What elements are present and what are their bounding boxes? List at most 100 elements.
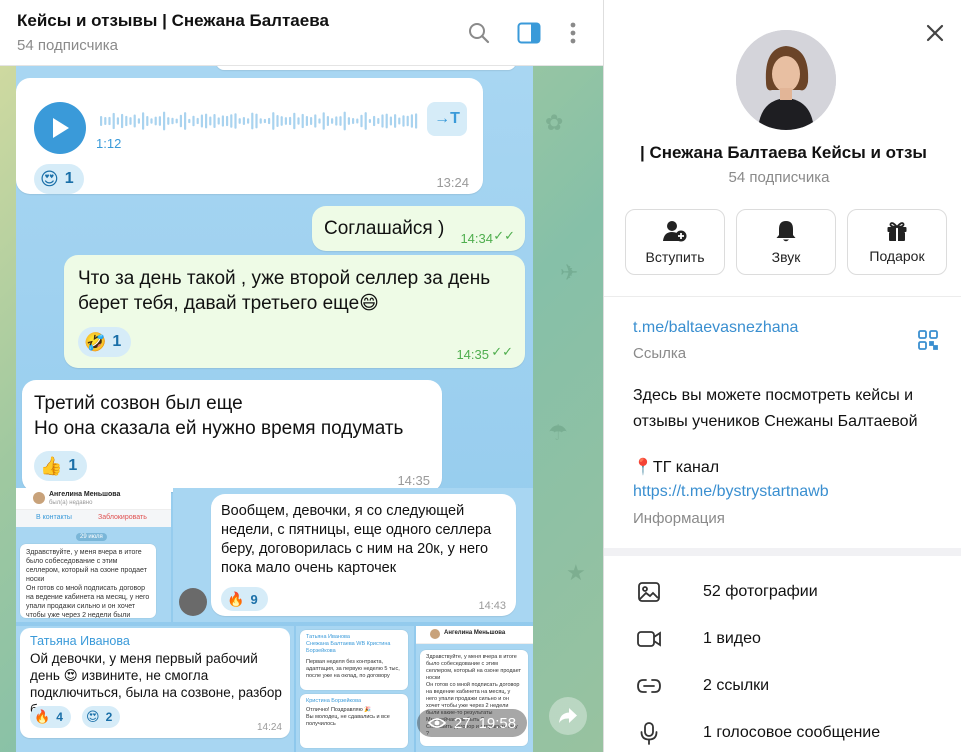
reaction-count: 1 [68,457,78,474]
media-row-photos[interactable]: 52 фотографии [604,568,961,615]
message-bubble-incoming[interactable]: Третий созвон был еще Но она сказала ей … [22,380,442,492]
waveform-bar [200,114,203,128]
transcribe-button[interactable]: →T [427,102,467,136]
reaction-count: 4 [56,710,63,724]
waveform-bar [188,118,191,124]
gift-label: Подарок [869,248,925,264]
reaction-count: 2 [105,710,113,724]
waveform-bar [125,115,128,127]
waveform-bar [284,117,287,125]
album-photo[interactable]: Татьяна Иванова Снежана Балтаева WB Крис… [296,626,414,752]
media-row-voice[interactable]: 1 голосовое сообщение [604,709,961,752]
video-icon [636,626,662,652]
message-bubble-partial [216,66,516,70]
waveform-bar [268,117,271,125]
qr-code-button[interactable] [917,329,941,353]
waveform-bar [163,111,166,131]
waveform-bar [377,117,380,125]
waveform-bar [389,116,392,126]
waveform-bar [129,117,132,125]
waveform-bar [410,114,413,128]
waveform-bar [230,114,233,128]
mini-message: Татьяна Иванова Снежана Балтаева WB Крис… [300,630,408,690]
channel-info-panel: | Снежана Балтаева Кейсы и отзы 54 подпи… [603,0,961,752]
channel-name: | Снежана Балтаева Кейсы и отзы [640,143,927,162]
toggle-sidebar-button[interactable] [516,20,542,46]
voice-duration: 1:12 [96,136,122,151]
waveform-bar [280,116,283,126]
chat-area: ✿ ✈ ☂ ★ Кейсы и отзывы | Снежана Балтаев… [0,0,603,752]
waveform-bar [297,117,300,125]
sidebar-icon [517,22,541,44]
waveform-bar [255,113,258,129]
waveform-bar [415,113,418,129]
gift-button[interactable]: Подарок [847,209,947,275]
waveform-bar [314,114,317,128]
media-label: 1 видео [703,629,761,647]
read-check-icon: ✓✓ [491,344,513,359]
background-doodle: ✈ [560,260,579,285]
more-vertical-icon [570,22,576,44]
reaction-emoji: 🤣 [84,331,107,352]
join-label: Вступить [645,249,705,265]
mini-text: Первая неделя без контракта, адаптация, … [306,659,400,679]
chat-subscriber-count: 54 подписчика [17,37,119,54]
reaction-chip[interactable]: 🤣 1 [78,327,132,357]
message-bubble-outgoing[interactable]: Соглашайся ) 14:34 ✓✓ [312,206,525,251]
sound-button[interactable]: Звук [736,209,836,275]
post-time: 19:58 [478,714,517,732]
waveform-bar [343,111,346,131]
waveform-bar [305,116,308,126]
message-time: 14:35 [397,473,430,488]
voice-waveform[interactable] [100,108,420,134]
tg-channel-link[interactable]: https://t.me/bystrystartnawb [633,483,829,501]
more-button[interactable] [560,20,586,46]
voice-play-button[interactable] [34,102,86,154]
background-doodle: ☂ [548,420,568,445]
view-count: 27 [453,714,471,732]
share-arrow-icon [559,708,577,723]
waveform-bar [360,114,363,128]
album-photo[interactable]: Ангелина Меньшова был(а) недавно В конта… [16,488,171,622]
avatar [430,629,440,639]
waveform-bar [247,118,250,124]
media-row-links[interactable]: 2 ссылки [604,662,961,709]
waveform-bar [406,115,409,127]
close-button[interactable] [922,20,948,46]
channel-avatar[interactable] [736,30,836,130]
search-icon [469,23,490,44]
reaction-emoji: 🔥 [34,709,51,724]
waveform-bar [116,117,119,125]
chat-title[interactable]: Кейсы и отзывы | Снежана Балтаева [17,11,329,31]
join-button[interactable]: Вступить [625,209,725,275]
forward-button[interactable] [549,697,587,735]
channel-description: Здесь вы можете посмотреть кейсы и отзыв… [633,387,918,430]
mini-header: Ангелина Меньшова был(а) недавно [16,488,171,510]
avatar [33,492,45,504]
message-bubble-outgoing[interactable]: Что за день такой , уже второй селлер за… [64,255,525,368]
message-author: Татьяна Иванова [30,634,130,648]
media-row-videos[interactable]: 1 видео [604,615,961,662]
waveform-bar [335,116,338,126]
channel-link[interactable]: t.me/baltaevasnezhana [633,319,798,337]
play-icon [53,118,69,138]
voice-message[interactable]: 1:12 →T 😍 1 13:24 [16,78,483,194]
waveform-bar [167,117,170,125]
waveform-bar [352,117,355,125]
album-photo[interactable]: Вообщем, девочки, я со следующей недели,… [173,488,533,622]
waveform-bar [259,118,262,124]
search-button[interactable] [466,20,492,46]
waveform-bar [326,115,329,127]
waveform-bar [402,115,405,127]
channel-profile-card: | Снежана Балтаева Кейсы и отзы 54 подпи… [604,0,961,296]
message-bubble-incoming: Татьяна Иванова Ой девочки, у меня первы… [20,628,290,738]
waveform-bar [234,113,237,129]
media-label: 1 голосовое сообщение [703,723,881,741]
waveform-bar [226,115,229,127]
reaction-chip[interactable]: 👍 1 [34,451,88,481]
reaction-chip[interactable]: 😍 1 [34,164,84,194]
media-label: 52 фотографии [703,582,818,600]
album-photo[interactable]: Татьяна Иванова Ой девочки, у меня первы… [16,626,294,752]
mini-message: Здравствуйте, у меня вчера в итоге было … [20,544,156,618]
channel-subscriber-count: 54 подписчика [728,169,830,186]
